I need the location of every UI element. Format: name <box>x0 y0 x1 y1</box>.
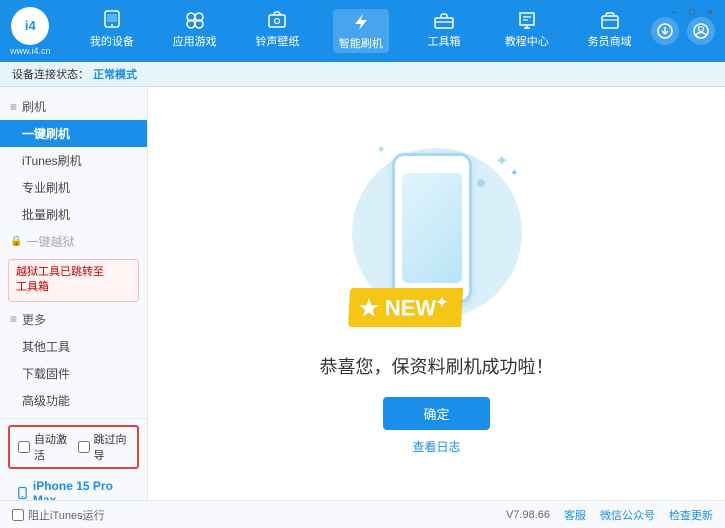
logo-circle: i4 <box>11 7 49 45</box>
view-log-link[interactable]: 查看日志 <box>412 438 460 455</box>
device-name-text: iPhone 15 Pro Max <box>33 479 131 500</box>
minimize-button[interactable]: ─ <box>667 5 681 19</box>
sparkle-stars: ✦ <box>495 151 508 171</box>
nav-smart-flash-label: 智能刷机 <box>339 35 383 51</box>
nav-tutorial[interactable]: 教程中心 <box>499 9 554 53</box>
user-button[interactable] <box>687 17 715 45</box>
auto-activate-label: 自动激活 <box>34 431 70 463</box>
sparkle-star2: ✦ <box>510 168 518 179</box>
customer-service-link[interactable]: 客服 <box>564 507 586 523</box>
one-click-flash-label: 一键刷机 <box>22 127 70 141</box>
business-icon <box>597 9 623 31</box>
nav-apps-games[interactable]: 应用游戏 <box>167 9 222 53</box>
status-bar: 设备连接状态： 正常模式 <box>0 62 725 87</box>
phone-illustration: ✦ ✦ ✦ ★ 确定NEW✦ <box>347 133 527 333</box>
maximize-button[interactable]: □ <box>685 5 699 19</box>
sidebar-section-flash[interactable]: ≡ 刷机 <box>0 93 147 120</box>
more-header-label: 更多 <box>22 311 46 328</box>
main-layout: ≡ 刷机 一键刷机 iTunes刷机 专业刷机 批量刷机 🔒 一键越狱 越狱工具… <box>0 87 725 500</box>
nav-ringtone-label: 铃声壁纸 <box>255 33 299 49</box>
lock-icon: 🔒 <box>10 236 22 247</box>
logo-subtitle: www.i4.cn <box>10 46 51 56</box>
advanced-label: 高级功能 <box>22 394 70 408</box>
ringtone-icon <box>264 9 290 31</box>
jailbreak-header-label: 一键越狱 <box>26 233 74 250</box>
jailbreak-warning: 越狱工具已跳转至工具箱 <box>8 259 139 302</box>
footer-right: V7.98.66 客服 微信公众号 检查更新 <box>506 507 713 523</box>
nav-business-label: 务员商域 <box>588 33 632 49</box>
logo: i4 www.i4.cn <box>10 7 51 56</box>
phone-body <box>392 153 472 303</box>
itunes-check[interactable]: 阻止iTunes运行 <box>12 507 105 523</box>
new-badge-text: ★ 确定NEW✦ <box>359 294 448 321</box>
itunes-flash-label: iTunes刷机 <box>22 154 82 168</box>
header: i4 www.i4.cn 我的设备 应用游戏 铃声壁纸 <box>0 0 725 62</box>
nav-toolbox[interactable]: 工具箱 <box>417 9 472 53</box>
device-info: iPhone 15 Pro Max 512GB iPhone <box>8 475 139 500</box>
check-update-link[interactable]: 检查更新 <box>669 507 713 523</box>
nav-apps-games-label: 应用游戏 <box>173 33 217 49</box>
nav-smart-flash[interactable]: 智能刷机 <box>333 9 389 53</box>
success-text: 恭喜您，保资料刷机成功啦！ <box>320 353 554 379</box>
sidebar-item-advanced[interactable]: 高级功能 <box>0 387 147 414</box>
main-content: ✦ ✦ ✦ ★ 确定NEW✦ 恭喜您，保资料刷机成功啦！ 确定 查看日志 <box>148 87 725 500</box>
pro-flash-label: 专业刷机 <box>22 181 70 195</box>
version-text: V7.98.66 <box>506 509 550 521</box>
toolbox-icon <box>431 9 457 31</box>
sidebar-item-download-firmware[interactable]: 下载固件 <box>0 360 147 387</box>
sidebar-item-batch-flash[interactable]: 批量刷机 <box>0 201 147 228</box>
window-controls: ─ □ ✕ <box>667 5 717 19</box>
sidebar-item-itunes-flash[interactable]: iTunes刷机 <box>0 147 147 174</box>
itunes-checkbox[interactable] <box>12 509 24 521</box>
ok-button[interactable]: 确定 <box>383 397 489 430</box>
logo-text: i4 <box>25 18 36 33</box>
flash-sm-icon: ≡ <box>10 100 17 114</box>
tutorial-icon <box>514 9 540 31</box>
flash-icon <box>348 11 374 33</box>
device-icon <box>99 9 125 31</box>
new-badge: ★ 确定NEW✦ <box>349 288 462 327</box>
nav-ringtone[interactable]: 铃声壁纸 <box>250 9 305 53</box>
other-tools-label: 其他工具 <box>22 340 70 354</box>
apps-icon <box>182 9 208 31</box>
nav-my-device-label: 我的设备 <box>90 33 134 49</box>
sidebar: ≡ 刷机 一键刷机 iTunes刷机 专业刷机 批量刷机 🔒 一键越狱 越狱工具… <box>0 87 148 500</box>
skip-guide-checkbox[interactable] <box>78 441 90 453</box>
nav-bar: 我的设备 应用游戏 铃声壁纸 智能刷机 工具箱 <box>71 9 651 53</box>
wechat-link[interactable]: 微信公众号 <box>600 507 655 523</box>
sidebar-bottom: 自动激活 跳过向导 iPhone 15 Pro Max 512GB iPhone <box>0 418 147 500</box>
header-right <box>651 17 715 45</box>
sparkle-star3: ✦ <box>377 143 386 156</box>
status-value: 正常模式 <box>93 66 137 82</box>
close-button[interactable]: ✕ <box>703 5 717 19</box>
phone-screen <box>402 173 462 283</box>
sidebar-item-pro-flash[interactable]: 专业刷机 <box>0 174 147 201</box>
batch-flash-label: 批量刷机 <box>22 208 70 222</box>
footer-left: 阻止iTunes运行 <box>12 507 105 523</box>
device-name: iPhone 15 Pro Max <box>16 479 131 500</box>
nav-tutorial-label: 教程中心 <box>505 33 549 49</box>
status-prefix: 设备连接状态： <box>12 66 89 82</box>
sidebar-section-more[interactable]: ≡ 更多 <box>0 306 147 333</box>
auto-activate-checkbox[interactable] <box>18 441 30 453</box>
download-firmware-label: 下载固件 <box>22 367 70 381</box>
nav-business[interactable]: 务员商域 <box>582 9 637 53</box>
nav-my-device[interactable]: 我的设备 <box>84 9 139 53</box>
auto-activate-area: 自动激活 跳过向导 <box>8 425 139 469</box>
nav-toolbox-label: 工具箱 <box>428 33 461 49</box>
phone-camera <box>477 179 485 187</box>
sidebar-flash-header-label: 刷机 <box>22 98 46 115</box>
itunes-label: 阻止iTunes运行 <box>28 507 105 523</box>
download-button[interactable] <box>651 17 679 45</box>
sidebar-section-jailbreak: 🔒 一键越狱 <box>0 228 147 255</box>
footer: 阻止iTunes运行 V7.98.66 客服 微信公众号 检查更新 <box>0 500 725 528</box>
sidebar-item-other-tools[interactable]: 其他工具 <box>0 333 147 360</box>
sidebar-item-one-click-flash[interactable]: 一键刷机 <box>0 120 147 147</box>
more-icon: ≡ <box>10 312 17 326</box>
skip-guide-label: 跳过向导 <box>94 431 130 463</box>
